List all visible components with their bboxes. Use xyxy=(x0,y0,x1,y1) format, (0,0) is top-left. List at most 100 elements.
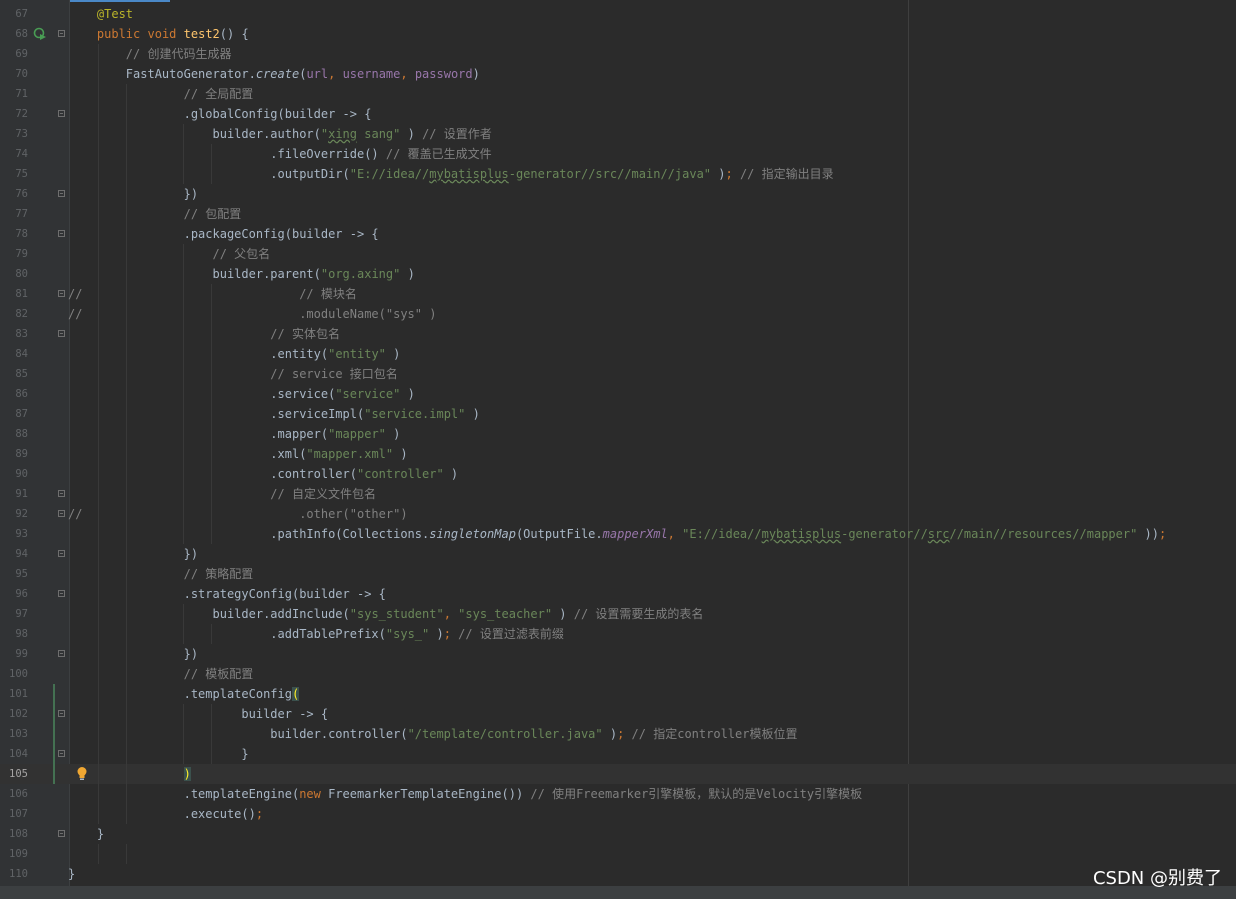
code-line[interactable]: 78 .packageConfig(builder -> { xyxy=(0,224,1236,244)
code-line[interactable]: 86 .service("service" ) xyxy=(0,384,1236,404)
line-number[interactable]: 89 xyxy=(0,444,28,464)
code-line[interactable]: 85 // service 接口包名 xyxy=(0,364,1236,384)
code-text[interactable]: builder -> { xyxy=(68,704,328,724)
code-text[interactable]: // service 接口包名 xyxy=(68,364,397,384)
code-line[interactable]: 79 // 父包名 xyxy=(0,244,1236,264)
code-text[interactable]: builder.addInclude("sys_student", "sys_t… xyxy=(68,604,703,624)
line-number[interactable]: 103 xyxy=(0,724,28,744)
line-number[interactable]: 85 xyxy=(0,364,28,384)
fold-marker-icon[interactable] xyxy=(58,490,65,497)
code-line[interactable]: 102 builder -> { xyxy=(0,704,1236,724)
fold-marker-icon[interactable] xyxy=(58,190,65,197)
code-text[interactable]: .templateConfig( xyxy=(68,684,300,704)
code-text[interactable]: .templateEngine(new FreemarkerTemplateEn… xyxy=(68,784,863,804)
code-line[interactable]: 70 FastAutoGenerator.create(url, usernam… xyxy=(0,64,1236,84)
line-number[interactable]: 78 xyxy=(0,224,28,244)
code-text[interactable]: // // 模块名 xyxy=(68,284,357,304)
code-text[interactable]: public void test2() { xyxy=(68,24,249,44)
line-number[interactable]: 105 xyxy=(0,764,28,784)
line-number[interactable]: 84 xyxy=(0,344,28,364)
code-text[interactable]: }) xyxy=(68,184,198,204)
horizontal-scrollbar[interactable] xyxy=(0,886,1236,899)
fold-marker-icon[interactable] xyxy=(58,750,65,757)
code-line[interactable]: 93 .pathInfo(Collections.singletonMap(Ou… xyxy=(0,524,1236,544)
line-number[interactable]: 68 xyxy=(0,24,28,44)
code-line[interactable]: 81 // // 模块名 xyxy=(0,284,1236,304)
line-number[interactable]: 108 xyxy=(0,824,28,844)
fold-marker-icon[interactable] xyxy=(58,110,65,117)
line-number[interactable]: 74 xyxy=(0,144,28,164)
line-number[interactable]: 91 xyxy=(0,484,28,504)
code-line[interactable]: 80 builder.parent("org.axing" ) xyxy=(0,264,1236,284)
code-text[interactable]: builder.controller("/template/controller… xyxy=(68,724,797,744)
code-line[interactable]: 75 .outputDir("E://idea//mybatisplus-gen… xyxy=(0,164,1236,184)
code-text[interactable]: @Test xyxy=(68,4,133,24)
code-text[interactable]: builder.parent("org.axing" ) xyxy=(68,264,414,284)
code-line[interactable]: 76 }) xyxy=(0,184,1236,204)
code-text[interactable]: // 全局配置 xyxy=(68,84,254,104)
code-text[interactable]: // 模板配置 xyxy=(68,664,254,684)
code-text[interactable]: FastAutoGenerator.create(url, username, … xyxy=(68,64,480,84)
line-number[interactable]: 93 xyxy=(0,524,28,544)
vcs-change-marker[interactable] xyxy=(53,744,55,764)
code-line[interactable]: 84 .entity("entity" ) xyxy=(0,344,1236,364)
code-line[interactable]: 82 // .moduleName("sys" ) xyxy=(0,304,1236,324)
code-text[interactable]: .pathInfo(Collections.singletonMap(Outpu… xyxy=(68,524,1166,544)
line-number[interactable]: 82 xyxy=(0,304,28,324)
code-line[interactable]: 109 xyxy=(0,844,1236,864)
code-text[interactable]: // 自定义文件包名 xyxy=(68,484,376,504)
code-line[interactable]: 101 .templateConfig( xyxy=(0,684,1236,704)
line-number[interactable]: 70 xyxy=(0,64,28,84)
code-text[interactable]: .fileOverride() // 覆盖已生成文件 xyxy=(68,144,491,164)
line-number[interactable]: 99 xyxy=(0,644,28,664)
line-number[interactable]: 80 xyxy=(0,264,28,284)
line-number[interactable]: 67 xyxy=(0,4,28,24)
line-number[interactable]: 101 xyxy=(0,684,28,704)
fold-marker-icon[interactable] xyxy=(58,830,65,837)
line-number[interactable]: 92 xyxy=(0,504,28,524)
code-text[interactable]: // 父包名 xyxy=(68,244,271,264)
fold-marker-icon[interactable] xyxy=(58,230,65,237)
fold-marker-icon[interactable] xyxy=(58,330,65,337)
code-line[interactable]: 72 .globalConfig(builder -> { xyxy=(0,104,1236,124)
code-line[interactable]: 73 builder.author("xing sang" ) // 设置作者 xyxy=(0,124,1236,144)
code-line[interactable]: 91 // 自定义文件包名 xyxy=(0,484,1236,504)
code-line[interactable]: 94 }) xyxy=(0,544,1236,564)
code-line[interactable]: 92 // .other("other") xyxy=(0,504,1236,524)
fold-marker-icon[interactable] xyxy=(58,710,65,717)
code-line[interactable]: 68 public void test2() { xyxy=(0,24,1236,44)
code-text[interactable]: .execute(); xyxy=(68,804,263,824)
code-text[interactable]: .mapper("mapper" ) xyxy=(68,424,400,444)
line-number[interactable]: 81 xyxy=(0,284,28,304)
code-text[interactable]: .xml("mapper.xml" ) xyxy=(68,444,407,464)
code-line[interactable]: 106 .templateEngine(new FreemarkerTempla… xyxy=(0,784,1236,804)
line-number[interactable]: 94 xyxy=(0,544,28,564)
code-text[interactable]: // 策略配置 xyxy=(68,564,254,584)
line-number[interactable]: 83 xyxy=(0,324,28,344)
code-line[interactable]: 77 // 包配置 xyxy=(0,204,1236,224)
code-text[interactable]: .outputDir("E://idea//mybatisplus-genera… xyxy=(68,164,833,184)
code-line[interactable]: 74 .fileOverride() // 覆盖已生成文件 xyxy=(0,144,1236,164)
code-line[interactable]: 107 .execute(); xyxy=(0,804,1236,824)
code-text[interactable]: } xyxy=(68,864,75,884)
code-line[interactable]: 103 builder.controller("/template/contro… xyxy=(0,724,1236,744)
code-text[interactable]: // 创建代码生成器 xyxy=(68,44,232,64)
code-text[interactable]: .entity("entity" ) xyxy=(68,344,400,364)
code-line[interactable]: 87 .serviceImpl("service.impl" ) xyxy=(0,404,1236,424)
line-number[interactable]: 73 xyxy=(0,124,28,144)
code-line[interactable]: 90 .controller("controller" ) xyxy=(0,464,1236,484)
code-line[interactable]: 89 .xml("mapper.xml" ) xyxy=(0,444,1236,464)
line-number[interactable]: 87 xyxy=(0,404,28,424)
run-test-icon[interactable] xyxy=(33,27,47,41)
fold-marker-icon[interactable] xyxy=(58,590,65,597)
code-text[interactable]: }) xyxy=(68,544,198,564)
line-number[interactable]: 104 xyxy=(0,744,28,764)
line-number[interactable]: 75 xyxy=(0,164,28,184)
line-number[interactable]: 102 xyxy=(0,704,28,724)
code-text[interactable]: .service("service" ) xyxy=(68,384,415,404)
code-line[interactable]: 105 ) xyxy=(0,764,1236,784)
code-text[interactable]: // 包配置 xyxy=(68,204,242,224)
code-text[interactable]: .globalConfig(builder -> { xyxy=(68,104,372,124)
code-text[interactable]: .addTablePrefix("sys_" ); // 设置过滤表前缀 xyxy=(68,624,564,644)
code-text[interactable]: ) xyxy=(68,764,191,784)
